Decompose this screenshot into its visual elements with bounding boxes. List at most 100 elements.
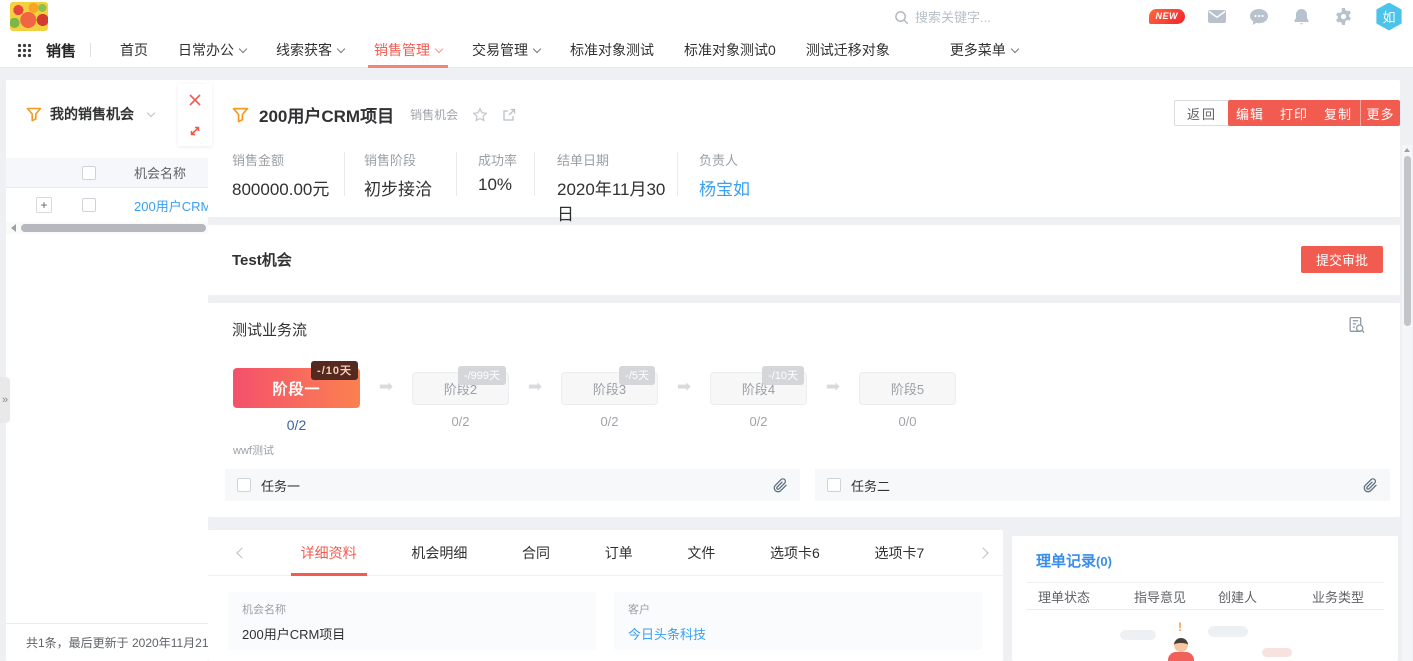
select-all-checkbox[interactable]: [82, 166, 96, 180]
detail-type-label: 销售机会: [410, 106, 458, 123]
submit-approval-button[interactable]: 提交审批: [1301, 246, 1383, 273]
stage-1: 阶段一 -/10天 0/2: [233, 363, 360, 433]
close-icon[interactable]: [178, 84, 212, 115]
cloud-shape: [1208, 626, 1248, 637]
global-search: [893, 6, 1113, 28]
records-title: 理单记录(0): [1036, 550, 1112, 571]
scroll-up-arrow-icon[interactable]: [1404, 148, 1410, 152]
header-icon-group: NEW: [1149, 0, 1404, 33]
stage-pill[interactable]: 阶段3 -/5天: [561, 372, 658, 405]
vertical-scroll-thumb[interactable]: [1404, 156, 1411, 326]
expand-icon[interactable]: [178, 115, 212, 146]
stage-task-count: 0/2: [600, 414, 618, 429]
edit-button[interactable]: 编辑: [1228, 100, 1272, 126]
stage-sla-badge: -/10天: [311, 361, 358, 380]
nav-divider: [90, 43, 91, 57]
stage-task-count: 0/2: [287, 417, 306, 433]
opportunity-link[interactable]: 200用户CRM项目: [134, 196, 208, 215]
chevron-down-icon: [1011, 45, 1019, 53]
tab-contracts[interactable]: 合同: [522, 530, 550, 576]
tab-files[interactable]: 文件: [687, 530, 715, 576]
field-opportunity-name: 机会名称 200用户CRM项目: [228, 592, 596, 650]
metric-divider: [344, 152, 345, 196]
stage-pill[interactable]: 阶段2 -/999天: [412, 372, 509, 405]
detail-title: 200用户CRM项目: [259, 102, 394, 127]
tab-detail-info[interactable]: 详细资料: [301, 530, 357, 576]
stage-4: 阶段4 -/10天 0/2: [710, 363, 807, 429]
nav-item-sales-mgmt[interactable]: 销售管理: [374, 33, 442, 68]
cloud-shape: [1120, 630, 1156, 640]
customer-link[interactable]: 今日头条科技: [628, 624, 968, 643]
attachment-icon[interactable]: [773, 478, 788, 493]
row-checkbox[interactable]: [82, 198, 96, 212]
nav-item-std-object-test[interactable]: 标准对象测试: [570, 33, 654, 68]
nav-item-migrate-test[interactable]: 测试迁移对象: [806, 33, 890, 68]
chevron-down-icon: [239, 45, 247, 53]
vertical-scrollbar[interactable]: [1402, 145, 1412, 661]
scroll-left-arrow-icon[interactable]: [11, 224, 16, 232]
apps-grid-icon[interactable]: [14, 40, 34, 60]
arrow-right-icon: ➡: [360, 377, 412, 397]
bell-icon[interactable]: [1291, 7, 1311, 27]
tab-scroll-left-icon[interactable]: [236, 547, 247, 558]
metric-close-date: 结单日期 2020年11月30日: [557, 150, 677, 225]
column-header-guidance: 指导意见: [1134, 587, 1218, 606]
favorite-star-icon[interactable]: [472, 107, 488, 123]
sidebar-collapse-toggle[interactable]: »: [0, 377, 10, 423]
empty-state-illustration: !: [1112, 622, 1312, 661]
print-button[interactable]: 打印: [1272, 100, 1316, 126]
detail-tabs-card: 详细资料 机会明细 合同 订单 文件 选项卡6 选项卡7 机会名称 200用户C…: [208, 530, 1003, 661]
metric-stage: 销售阶段 初步接洽: [364, 150, 456, 200]
back-button[interactable]: 返回: [1174, 100, 1230, 126]
share-icon[interactable]: [502, 108, 516, 122]
new-badge[interactable]: NEW: [1149, 9, 1186, 24]
column-header-creator: 创建人: [1218, 587, 1312, 606]
tab-opportunity-lines[interactable]: 机会明细: [411, 530, 467, 576]
sidebar-view-selector[interactable]: 我的销售机会: [26, 104, 154, 124]
tab-option7[interactable]: 选项卡7: [875, 530, 925, 576]
gear-icon[interactable]: [1333, 7, 1353, 27]
mail-icon[interactable]: [1207, 7, 1227, 27]
horizontal-scrollbar[interactable]: [6, 222, 208, 234]
expand-row-button[interactable]: +: [36, 197, 52, 213]
nav-item-daily-office[interactable]: 日常办公: [178, 33, 246, 68]
table-row: + 200用户CRM项目: [6, 188, 208, 222]
stage-sla-badge: -/999天: [458, 366, 506, 385]
horizontal-scroll-thumb[interactable]: [21, 224, 206, 232]
stage-2: 阶段2 -/999天 0/2: [412, 363, 509, 429]
nav-item-std-object-test0[interactable]: 标准对象测试0: [684, 33, 776, 68]
chat-icon[interactable]: [1249, 7, 1269, 27]
search-icon: [893, 9, 909, 25]
nav-item-leads[interactable]: 线索获客: [276, 33, 344, 68]
task-checkbox[interactable]: [827, 478, 841, 492]
tab-orders[interactable]: 订单: [605, 530, 633, 576]
arrow-right-icon: ➡: [509, 377, 561, 397]
test-section-title: Test机会: [232, 249, 292, 270]
nav-item-trade-mgmt[interactable]: 交易管理: [472, 33, 540, 68]
copy-button[interactable]: 复制: [1316, 100, 1360, 126]
tab-scroll-right-icon[interactable]: [977, 547, 988, 558]
stage-task-count: 0/2: [749, 414, 767, 429]
stage-pill[interactable]: 阶段5: [859, 372, 956, 405]
nav-app-label: 销售: [46, 40, 76, 61]
empty-person-head: [1174, 638, 1188, 652]
nav-item-home[interactable]: 首页: [120, 33, 148, 68]
flow-title: 测试业务流: [232, 319, 307, 340]
metrics-row: 销售金额 800000.00元 销售阶段 初步接洽 成功率 10% 结单日期 2…: [232, 150, 750, 225]
task-checkbox[interactable]: [237, 478, 251, 492]
nav-item-more-menu[interactable]: 更多菜单: [950, 33, 1018, 68]
tab-option6[interactable]: 选项卡6: [770, 530, 820, 576]
metric-owner: 负责人 杨宝如: [699, 150, 750, 200]
sidebar-table-header: 机会名称: [6, 158, 208, 188]
stage-pill[interactable]: 阶段4 -/10天: [710, 372, 807, 405]
user-avatar[interactable]: 如: [1375, 3, 1403, 31]
attachment-icon[interactable]: [1363, 478, 1378, 493]
stage-pill-active[interactable]: 阶段一 -/10天: [233, 368, 360, 408]
stage-5: 阶段5 0/0: [859, 363, 956, 429]
opportunity-detail-card: 200用户CRM项目 销售机会 返回 编辑 打印 复制 更多 销售金额: [208, 80, 1400, 217]
app-logo[interactable]: [10, 2, 48, 31]
search-input[interactable]: [915, 10, 1095, 25]
owner-link[interactable]: 杨宝如: [699, 175, 750, 200]
flow-record-icon[interactable]: [1347, 316, 1366, 338]
more-button[interactable]: 更多: [1360, 100, 1400, 126]
